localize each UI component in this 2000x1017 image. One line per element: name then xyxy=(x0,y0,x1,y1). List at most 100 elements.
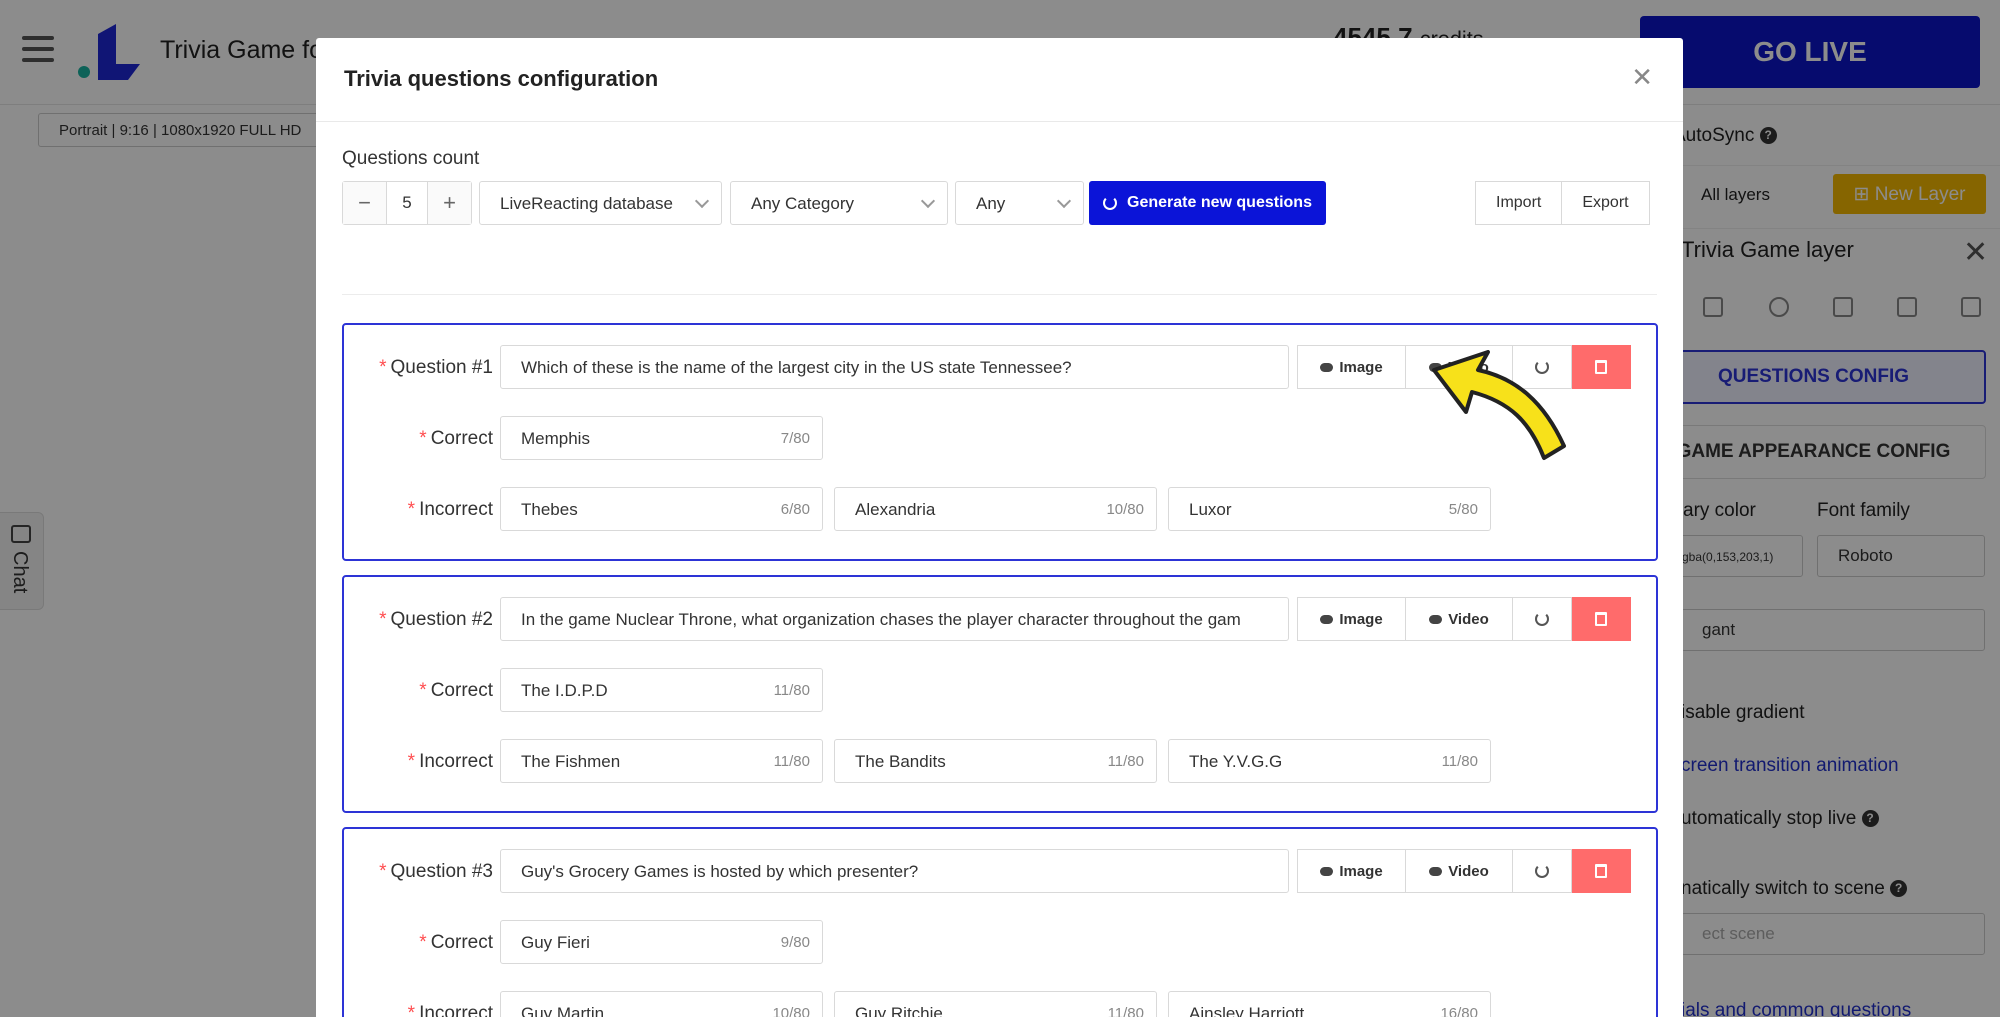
question-label: * Question #2 xyxy=(379,609,493,631)
increment-button[interactable]: + xyxy=(428,182,471,224)
chevron-down-icon xyxy=(694,193,710,209)
refresh-icon xyxy=(1535,864,1549,878)
answer-text: Guy Fieri xyxy=(521,933,590,952)
category-value: Any Category xyxy=(751,194,854,213)
video-label: Video xyxy=(1448,610,1489,628)
question-label-text: Question #1 xyxy=(390,357,493,378)
cloud-upload-icon xyxy=(1320,614,1334,624)
question-card: * Question #2 In the game Nuclear Throne, … xyxy=(342,575,1658,813)
char-count: 6/80 xyxy=(780,501,810,518)
question-label: * Question #1 xyxy=(379,357,493,379)
category-select[interactable]: Any Category xyxy=(730,181,948,225)
char-count: 10/80 xyxy=(1106,501,1144,518)
char-count: 16/80 xyxy=(1440,1005,1478,1017)
decrement-button[interactable]: − xyxy=(343,182,386,224)
delete-question-button[interactable] xyxy=(1572,345,1631,389)
question-label-text: Question #3 xyxy=(390,861,493,882)
correct-label: * Correct xyxy=(419,680,493,702)
char-count: 11/80 xyxy=(1107,753,1144,770)
trash-icon xyxy=(1595,864,1607,878)
incorrect-label: * Incorrect xyxy=(408,1003,493,1017)
char-count: 9/80 xyxy=(780,934,810,951)
incorrect-answer-input[interactable]: Thebes 6/80 xyxy=(500,487,823,531)
questions-count-value[interactable]: 5 xyxy=(386,182,428,224)
char-count: 5/80 xyxy=(1448,501,1478,518)
difficulty-select[interactable]: Any xyxy=(955,181,1084,225)
char-count: 11/80 xyxy=(1107,1005,1144,1017)
source-select[interactable]: LiveReacting database xyxy=(479,181,722,225)
incorrect-label: * Incorrect xyxy=(408,499,493,521)
char-count: 11/80 xyxy=(773,753,810,770)
refresh-icon xyxy=(1103,196,1118,210)
delete-question-button[interactable] xyxy=(1572,849,1631,893)
close-icon[interactable]: ✕ xyxy=(1631,62,1653,93)
cloud-upload-icon xyxy=(1429,866,1443,876)
answer-text: Guy Ritchie xyxy=(855,1004,943,1017)
required-marker: * xyxy=(379,861,387,882)
incorrect-label: * Incorrect xyxy=(408,751,493,773)
incorrect-answer-input[interactable]: Guy Martin 10/80 xyxy=(500,991,823,1017)
correct-label: * Correct xyxy=(419,932,493,954)
question-input[interactable]: Guy's Grocery Games is hosted by which p… xyxy=(500,849,1289,893)
upload-image-button[interactable]: Image xyxy=(1297,597,1406,641)
correct-answer-input[interactable]: The I.D.P.D 11/80 xyxy=(500,668,823,712)
required-marker: * xyxy=(379,609,387,630)
answer-text: Alexandria xyxy=(855,500,936,519)
correct-answer-input[interactable]: Guy Fieri 9/80 xyxy=(500,920,823,964)
questions-count-stepper: − 5 + xyxy=(342,181,472,225)
generate-questions-button[interactable]: Generate new questions xyxy=(1089,181,1326,225)
char-count: 7/80 xyxy=(780,430,810,447)
cloud-upload-icon xyxy=(1429,614,1443,624)
chevron-down-icon xyxy=(1056,193,1072,209)
difficulty-value: Any xyxy=(976,194,1006,213)
answer-text: The Bandits xyxy=(855,752,946,771)
upload-image-button[interactable]: Image xyxy=(1297,345,1406,389)
upload-video-button[interactable]: Video xyxy=(1406,597,1513,641)
required-marker: * xyxy=(407,1003,416,1017)
trash-icon xyxy=(1595,612,1607,626)
required-marker: * xyxy=(419,680,427,701)
answer-text: Thebes xyxy=(521,500,578,519)
question-input[interactable]: Which of these is the name of the larges… xyxy=(500,345,1289,389)
answer-text: The I.D.P.D xyxy=(521,681,608,700)
incorrect-answer-input[interactable]: The Fishmen 11/80 xyxy=(500,739,823,783)
incorrect-answer-input[interactable]: Ainsley Harriott 16/80 xyxy=(1168,991,1491,1017)
answer-text: Ainsley Harriott xyxy=(1189,1004,1305,1017)
incorrect-answer-input[interactable]: The Y.V.G.G 11/80 xyxy=(1168,739,1491,783)
question-input[interactable]: In the game Nuclear Throne, what organiz… xyxy=(500,597,1289,641)
correct-label-text: Correct xyxy=(430,428,493,449)
correct-label-text: Correct xyxy=(430,680,493,701)
regenerate-question-button[interactable] xyxy=(1513,597,1572,641)
generate-label: Generate new questions xyxy=(1127,194,1312,211)
required-marker: * xyxy=(379,357,387,378)
incorrect-answer-input[interactable]: Guy Ritchie 11/80 xyxy=(834,991,1157,1017)
answer-text: Luxor xyxy=(1189,500,1232,519)
upload-image-button[interactable]: Image xyxy=(1297,849,1406,893)
delete-question-button[interactable] xyxy=(1572,597,1631,641)
questions-count-label: Questions count xyxy=(342,148,480,169)
modal-header: Trivia questions configuration ✕ xyxy=(316,38,1683,122)
upload-video-button[interactable]: Video xyxy=(1406,849,1513,893)
incorrect-answer-input[interactable]: Alexandria 10/80 xyxy=(834,487,1157,531)
question-actions: Image Video xyxy=(1297,849,1631,893)
incorrect-answer-input[interactable]: The Bandits 11/80 xyxy=(834,739,1157,783)
answer-text: Memphis xyxy=(521,429,590,448)
question-actions: Image Video xyxy=(1297,597,1631,641)
correct-answer-input[interactable]: Memphis 7/80 xyxy=(500,416,823,460)
question-label: * Question #3 xyxy=(379,861,493,883)
regenerate-question-button[interactable] xyxy=(1513,849,1572,893)
incorrect-answer-input[interactable]: Luxor 5/80 xyxy=(1168,487,1491,531)
incorrect-label-text: Incorrect xyxy=(419,751,493,772)
required-marker: * xyxy=(407,751,416,772)
required-marker: * xyxy=(407,499,416,520)
export-button[interactable]: Export xyxy=(1562,181,1650,225)
import-button[interactable]: Import xyxy=(1475,181,1563,225)
image-label: Image xyxy=(1339,610,1383,628)
question-card: * Question #3 Guy's Grocery Games is hoste… xyxy=(342,827,1658,1017)
trivia-config-modal: Trivia questions configuration ✕ Questio… xyxy=(316,38,1683,1017)
import-export-group: Import Export xyxy=(1475,181,1650,225)
answer-text: The Fishmen xyxy=(521,752,621,771)
incorrect-label-text: Incorrect xyxy=(419,499,493,520)
cloud-upload-icon xyxy=(1320,866,1334,876)
required-marker: * xyxy=(419,932,427,953)
